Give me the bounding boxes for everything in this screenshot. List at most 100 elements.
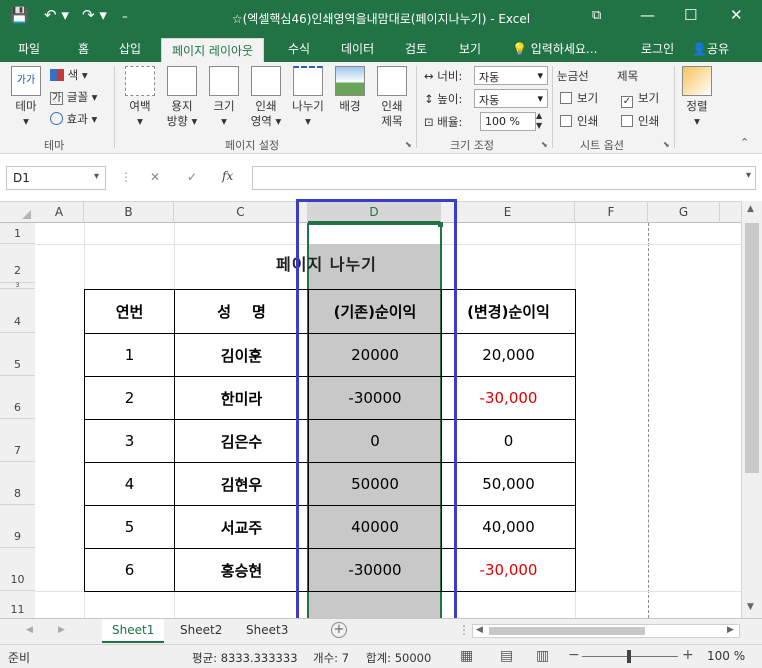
headings-view-checkbox[interactable]: ✓ 보기 [621, 90, 659, 108]
print-titles-button[interactable]: 인쇄 제목 [372, 66, 412, 129]
theme-fonts-button[interactable]: 가 글꼴 ▾ [50, 89, 97, 105]
chevron-down-icon[interactable]: ▾ [746, 170, 751, 181]
tab-review[interactable]: 검토 [405, 40, 427, 57]
cell-no[interactable]: 6 [84, 548, 175, 592]
scale-input[interactable]: 100 % [480, 112, 536, 131]
header-new-profit[interactable]: (변경)순이익 [441, 289, 576, 334]
cell-new-profit[interactable]: 0 [441, 419, 576, 463]
cell-new-profit[interactable]: -30,000 [441, 548, 576, 592]
headings-print-checkbox[interactable]: 인쇄 [621, 113, 659, 129]
cell-name[interactable]: 김이훈 [174, 333, 309, 377]
scroll-thumb[interactable] [489, 627, 645, 635]
tab-file[interactable]: 파일 [18, 40, 40, 57]
add-sheet-button[interactable]: + [331, 622, 347, 638]
dialog-launcher-icon[interactable]: ⬊ [405, 140, 412, 149]
gridlines-print-checkbox[interactable]: 인쇄 [560, 113, 598, 129]
enter-icon[interactable]: ✓ [187, 170, 197, 184]
row-header[interactable]: 1 [0, 223, 35, 244]
normal-view-icon[interactable]: ▦ [460, 648, 473, 664]
name-box[interactable]: D1 ▾ [6, 166, 106, 190]
cell-new-profit[interactable]: 20,000 [441, 333, 576, 377]
dialog-launcher-icon[interactable]: ⬊ [663, 140, 670, 149]
orientation-button[interactable]: 용지 방향 ▾ [162, 66, 202, 129]
column-header-f[interactable]: F [575, 202, 648, 223]
page-layout-view-icon[interactable]: ▤ [500, 648, 513, 664]
cell-new-profit[interactable]: 50,000 [441, 462, 576, 506]
cell-no[interactable]: 3 [84, 419, 175, 463]
formula-input[interactable]: ▾ [252, 166, 756, 190]
width-select[interactable]: 자동 ▾ [474, 66, 548, 85]
vertical-scrollbar[interactable]: ▲ ▼ [741, 201, 762, 618]
scroll-down-icon[interactable]: ▼ [747, 602, 754, 612]
scale-spinner[interactable]: ▲ ▼ [536, 111, 542, 131]
cell-no[interactable]: 1 [84, 333, 175, 377]
cancel-icon[interactable]: ✕ [150, 170, 160, 184]
sheet-tab-sheet2[interactable]: Sheet2 [170, 619, 232, 643]
theme-colors-button[interactable]: 색 ▾ [50, 67, 88, 83]
close-button[interactable]: ✕ [730, 6, 743, 24]
sign-in-link[interactable]: 로그인 [641, 40, 674, 57]
row-header[interactable]: 7 [0, 419, 35, 462]
column-header-c[interactable]: C [174, 202, 308, 223]
scroll-thumb[interactable] [745, 223, 759, 473]
tab-data[interactable]: 데이터 [341, 40, 374, 57]
cell-no[interactable]: 5 [84, 505, 175, 549]
height-select[interactable]: 자동 ▾ [474, 89, 548, 108]
zoom-out-icon[interactable]: − [568, 647, 580, 663]
zoom-level[interactable]: 100 % [707, 649, 745, 663]
cell-new-profit[interactable]: 40,000 [441, 505, 576, 549]
cell-name[interactable]: 홍승현 [174, 548, 309, 592]
zoom-slider-thumb[interactable] [627, 650, 631, 663]
tell-me-box[interactable]: 💡 입력하세요... [512, 40, 597, 57]
margins-button[interactable]: 여백 ▾ [122, 66, 158, 129]
background-button[interactable]: 배경 [332, 66, 368, 114]
cell-name[interactable]: 서교주 [174, 505, 309, 549]
dialog-launcher-icon[interactable]: ⬊ [541, 140, 548, 149]
column-header-a[interactable]: A [35, 202, 84, 223]
column-header-e[interactable]: E [441, 202, 575, 223]
arrange-button[interactable]: 정렬 ▾ [680, 66, 714, 129]
cell-no[interactable]: 4 [84, 462, 175, 506]
tab-insert[interactable]: 삽입 [119, 40, 141, 57]
select-all-button[interactable] [22, 210, 31, 219]
maximize-button[interactable]: ☐ [684, 6, 697, 24]
scroll-left-icon[interactable]: ◀ [476, 625, 483, 635]
cell-name[interactable]: 김현우 [174, 462, 309, 506]
share-button[interactable]: 👤공유 [692, 40, 729, 57]
scroll-right-icon[interactable]: ▶ [727, 625, 734, 635]
collapse-ribbon-icon[interactable]: ⌃ [740, 136, 749, 149]
row-header[interactable]: 9 [0, 505, 35, 548]
scroll-tabs-right-icon[interactable]: ▶ [58, 625, 65, 635]
header-name[interactable]: 성 명 [174, 289, 309, 334]
row-header[interactable]: 10 [0, 548, 35, 591]
header-no[interactable]: 연번 [84, 289, 175, 334]
themes-button[interactable]: 가가 테마 ▾ [8, 66, 44, 129]
sheet-tab-sheet1[interactable]: Sheet1 [102, 619, 165, 643]
row-header[interactable]: 6 [0, 376, 35, 419]
scroll-tabs-left-icon[interactable]: ◀ [26, 625, 33, 635]
tab-split-handle[interactable]: ⋮ [458, 623, 470, 637]
minimize-button[interactable]: — [640, 6, 655, 24]
sheet-tab-sheet3[interactable]: Sheet3 [236, 619, 298, 643]
row-header[interactable]: 5 [0, 333, 35, 376]
column-header-g[interactable]: G [648, 202, 720, 223]
cell-new-profit[interactable]: -30,000 [441, 376, 576, 420]
theme-effects-button[interactable]: 효과 ▾ [50, 111, 97, 127]
cell-no[interactable]: 2 [84, 376, 175, 420]
horizontal-scrollbar[interactable]: ◀ ▶ [472, 624, 740, 638]
ribbon-display-icon[interactable]: ⧉ [592, 8, 601, 23]
size-button[interactable]: 크기 ▾ [206, 66, 242, 129]
tab-view[interactable]: 보기 [459, 40, 481, 57]
gridlines-view-checkbox[interactable]: 보기 [560, 90, 598, 106]
insert-function-icon[interactable]: fx [222, 169, 233, 183]
row-header[interactable]: 4 [0, 289, 35, 333]
tab-formulas[interactable]: 수식 [288, 40, 310, 57]
breaks-button[interactable]: 나누기 ▾ [288, 66, 328, 129]
cell-name[interactable]: 김은수 [174, 419, 309, 463]
row-header[interactable]: 2 [0, 244, 35, 283]
cell-name[interactable]: 한미라 [174, 376, 309, 420]
scroll-up-icon[interactable]: ▲ [747, 204, 754, 214]
row-header[interactable]: 11 [0, 591, 35, 618]
tab-home[interactable]: 홈 [78, 40, 89, 57]
column-header-b[interactable]: B [84, 202, 174, 223]
